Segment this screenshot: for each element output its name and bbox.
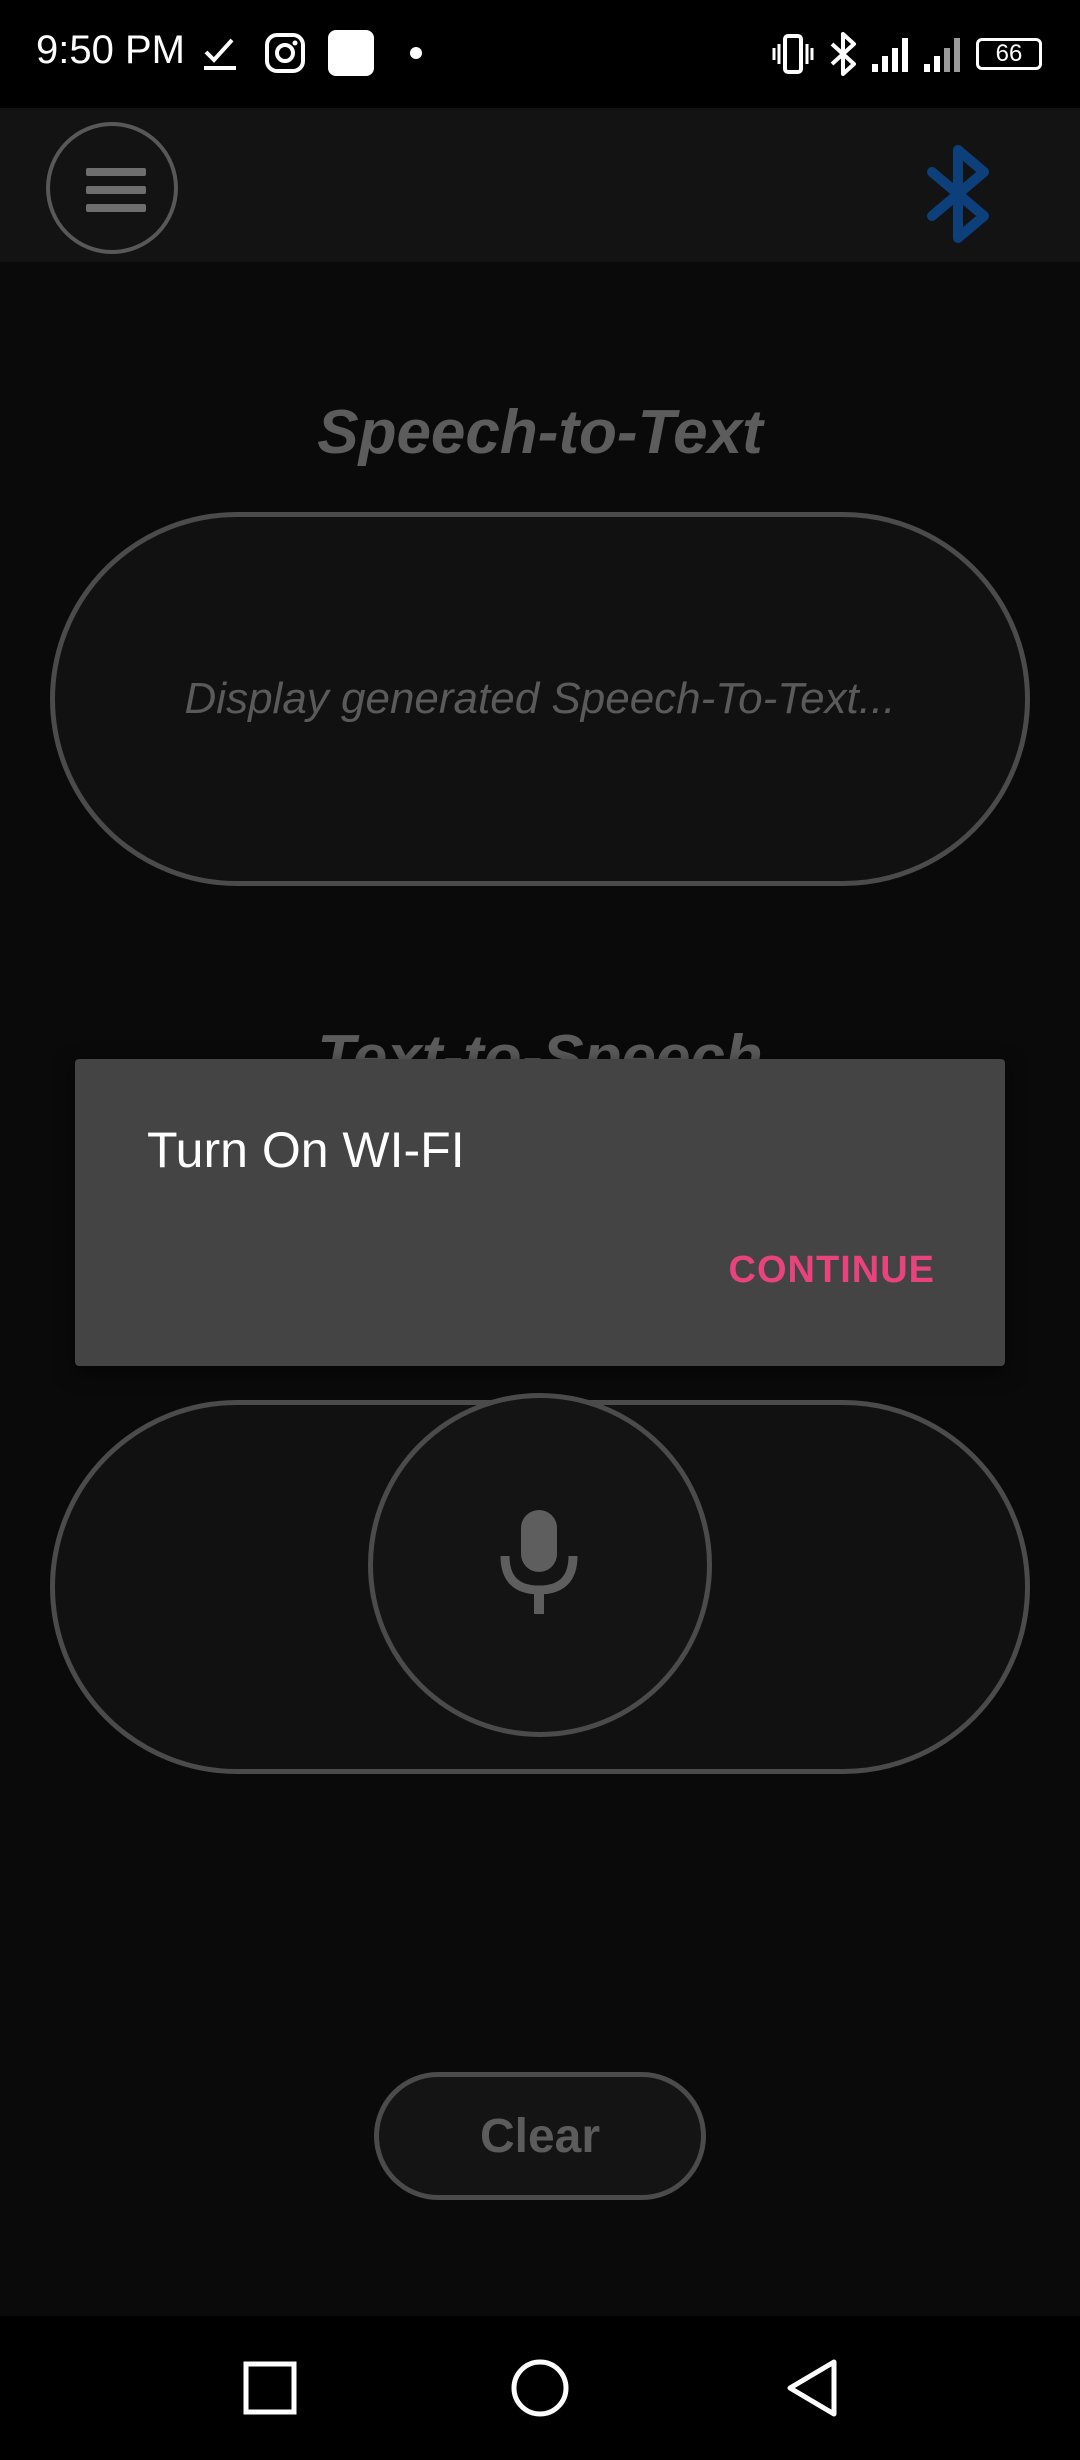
signal-icon bbox=[872, 38, 908, 72]
app-bar bbox=[0, 108, 1080, 262]
battery-icon: 66 bbox=[976, 38, 1042, 70]
signal-2-icon bbox=[924, 38, 960, 72]
stt-output-box: Display generated Speech-To-Text... bbox=[50, 512, 1030, 886]
nav-bar bbox=[0, 2316, 1080, 2460]
microphone-icon bbox=[500, 1510, 578, 1614]
vibrate-icon bbox=[772, 34, 814, 74]
dialog-title: Turn On WI-FI bbox=[147, 1122, 465, 1178]
bluetooth-icon[interactable] bbox=[920, 144, 1000, 244]
stt-placeholder: Display generated Speech-To-Text... bbox=[184, 674, 896, 723]
wifi-dialog: Turn On WI-FI CONTINUE bbox=[75, 1059, 1005, 1366]
clear-button[interactable]: Clear bbox=[374, 2072, 706, 2200]
battery-level: 66 bbox=[995, 40, 1023, 67]
bluetooth-status-icon bbox=[830, 32, 856, 76]
stt-title: Speech-to-Text bbox=[317, 398, 763, 467]
checkmark-download-icon bbox=[204, 38, 236, 70]
instagram-icon bbox=[265, 33, 305, 73]
white-square-icon bbox=[328, 30, 374, 76]
triangle-back-icon[interactable] bbox=[782, 2356, 842, 2420]
hamburger-menu-icon bbox=[86, 168, 146, 212]
status-bar: 9:50 PM 66 bbox=[0, 0, 1080, 108]
microphone-button[interactable] bbox=[368, 1393, 712, 1737]
status-time: 9:50 PM bbox=[36, 28, 185, 72]
square-recents-icon[interactable] bbox=[242, 2360, 298, 2416]
continue-button[interactable]: CONTINUE bbox=[729, 1249, 935, 1292]
circle-home-icon[interactable] bbox=[510, 2358, 570, 2418]
menu-button[interactable] bbox=[46, 122, 178, 254]
dot-icon bbox=[410, 47, 422, 59]
